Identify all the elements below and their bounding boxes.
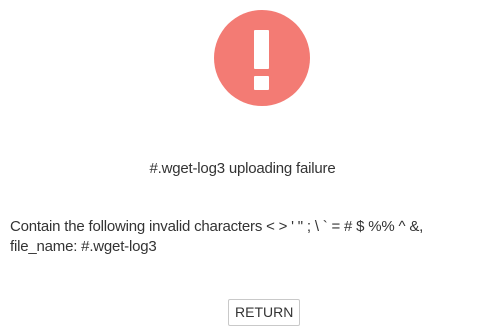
return-button[interactable]: RETURN [228,299,301,326]
invalid-characters-text: Contain the following invalid characters… [10,218,424,235]
file-name-text: file_name: #.wget-log3 [10,238,157,255]
exclamation-icon [214,10,310,106]
dialog-title: #.wget-log3 uploading failure [149,160,336,177]
upload-failure-dialog: #.wget-log3 uploading failure Contain th… [0,0,485,327]
error-message: Contain the following invalid characters… [10,217,482,257]
